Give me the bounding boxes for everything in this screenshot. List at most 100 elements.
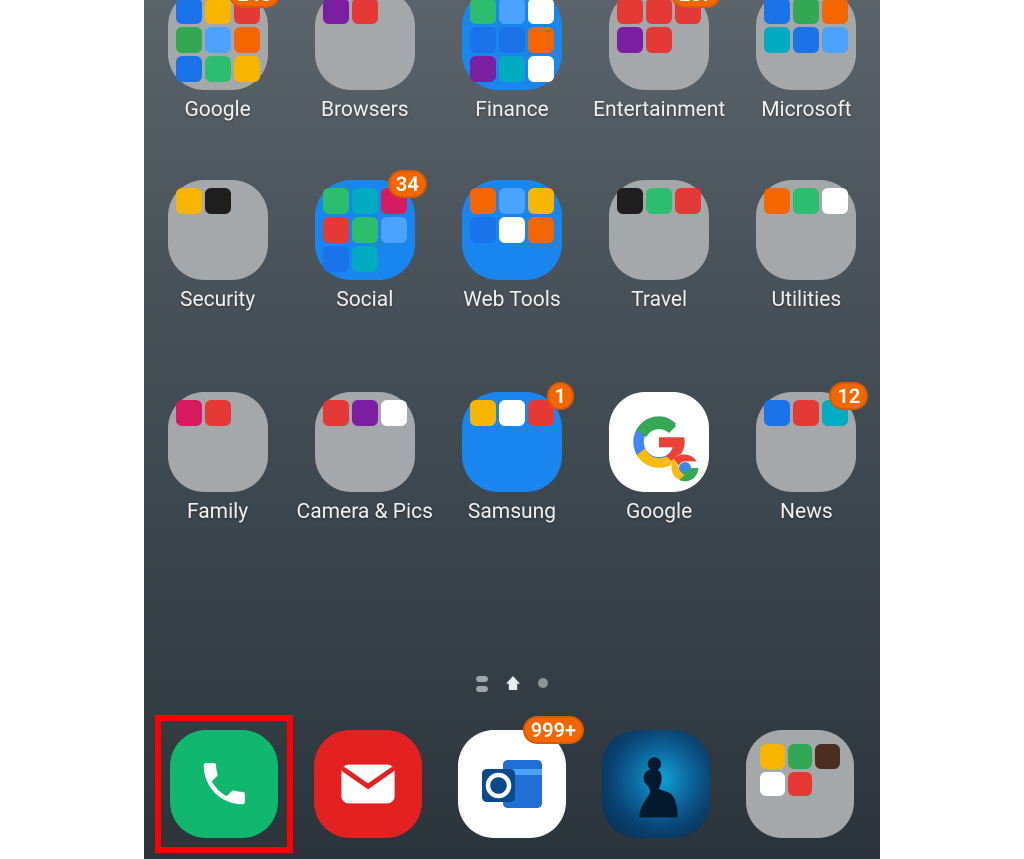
folder-camera[interactable]: Camera & Pics xyxy=(295,392,435,524)
dock-outlook[interactable]: 999+ xyxy=(458,730,566,838)
app-google[interactable]: Google xyxy=(589,392,729,524)
mini-app-icon xyxy=(323,458,349,484)
mini-app-icon xyxy=(822,27,848,53)
mini-app-icon xyxy=(788,799,813,824)
mini-app-icon xyxy=(176,56,202,82)
folder-label: Social xyxy=(336,288,393,312)
folder-icon xyxy=(168,392,268,492)
folder-social[interactable]: 34 Social xyxy=(295,180,435,312)
dock: 999+ xyxy=(144,709,880,859)
mini-app-icon xyxy=(352,400,378,426)
folder-label: Utilities xyxy=(771,288,841,312)
mini-app-icon xyxy=(788,772,813,797)
folder-icon: 1 xyxy=(462,392,562,492)
folder-webtools[interactable]: Web Tools xyxy=(442,180,582,312)
mini-app-icon xyxy=(617,27,643,53)
mini-app-icon xyxy=(822,188,848,214)
folder-finance[interactable]: Finance xyxy=(442,0,582,122)
mini-app-icon xyxy=(205,217,231,243)
dock-phone[interactable] xyxy=(170,730,278,838)
folder-label: Samsung xyxy=(468,500,556,524)
page-dot-icon xyxy=(538,678,548,688)
mini-app-icon xyxy=(815,772,840,797)
mini-app-icon xyxy=(764,217,790,243)
folder-google[interactable]: 245 Google xyxy=(148,0,288,122)
mini-app-icon xyxy=(764,458,790,484)
folder-samsung[interactable]: 1 Samsung xyxy=(442,392,582,524)
folder-label: Family xyxy=(187,500,248,524)
mini-app-icon xyxy=(617,0,643,24)
mini-app-icon xyxy=(205,27,231,53)
folder-icon xyxy=(462,180,562,280)
mini-app-icon xyxy=(764,429,790,455)
folder-icon xyxy=(756,0,856,90)
mini-app-icon xyxy=(352,27,378,53)
folder-utilities[interactable]: Utilities xyxy=(736,180,876,312)
mini-app-icon xyxy=(646,56,672,82)
mini-app-icon xyxy=(234,188,260,214)
mini-app-icon xyxy=(381,429,407,455)
mini-app-icon xyxy=(793,458,819,484)
folder-label: Google xyxy=(184,98,250,122)
mini-app-icon xyxy=(470,429,496,455)
chrome-icon xyxy=(669,452,701,484)
folder-icon xyxy=(462,0,562,90)
mini-app-icon xyxy=(764,400,790,426)
app-row-1: Security 34 Social Web Tools Travel Util… xyxy=(144,180,880,312)
mini-app-icon xyxy=(470,246,496,272)
reader-silhouette-icon xyxy=(616,744,696,824)
folder-family[interactable]: Family xyxy=(148,392,288,524)
outlook-icon xyxy=(476,748,548,820)
mini-app-icon xyxy=(352,56,378,82)
mini-app-icon xyxy=(470,56,496,82)
folder-icon xyxy=(315,392,415,492)
mini-app-icon xyxy=(470,217,496,243)
folder-news[interactable]: 12 News xyxy=(736,392,876,524)
google-app-icon xyxy=(609,392,709,492)
mini-app-icon xyxy=(815,799,840,824)
mini-app-icon xyxy=(793,400,819,426)
mini-app-icon xyxy=(499,429,525,455)
mini-app-icon xyxy=(234,400,260,426)
folder-icon xyxy=(168,180,268,280)
mini-app-icon xyxy=(822,0,848,24)
folder-label: Camera & Pics xyxy=(297,500,433,524)
mini-app-icon xyxy=(793,0,819,24)
mini-app-icon xyxy=(760,772,785,797)
mini-app-icon xyxy=(470,0,496,24)
dock-mail[interactable] xyxy=(314,730,422,838)
dock-reader[interactable] xyxy=(602,730,710,838)
dock-slot-outlook: 999+ xyxy=(443,715,581,853)
mini-app-icon xyxy=(352,429,378,455)
mini-app-icon xyxy=(352,188,378,214)
mini-app-icon xyxy=(646,0,672,24)
folder-icon xyxy=(609,180,709,280)
page-indicator[interactable] xyxy=(144,674,880,692)
mini-app-icon xyxy=(646,246,672,272)
mini-app-icon xyxy=(822,217,848,243)
folder-travel[interactable]: Travel xyxy=(589,180,729,312)
mini-app-icon xyxy=(176,400,202,426)
mini-app-icon xyxy=(381,56,407,82)
mini-app-icon xyxy=(499,217,525,243)
mini-app-icon xyxy=(234,429,260,455)
mini-app-icon xyxy=(528,246,554,272)
mini-app-icon xyxy=(528,217,554,243)
mini-app-icon xyxy=(176,0,202,24)
mini-app-icon xyxy=(528,458,554,484)
mini-app-icon xyxy=(793,27,819,53)
mini-app-icon xyxy=(499,27,525,53)
mini-app-icon xyxy=(617,56,643,82)
folder-entertainment[interactable]: 257 Entertainment xyxy=(589,0,729,122)
folder-browsers[interactable]: Browsers xyxy=(295,0,435,122)
folder-label: Finance xyxy=(475,98,548,122)
mini-app-icon xyxy=(205,56,231,82)
folder-label: Security xyxy=(180,288,255,312)
mini-app-icon xyxy=(205,0,231,24)
mini-app-icon xyxy=(760,744,785,769)
dock-folder[interactable] xyxy=(746,730,854,838)
mini-app-icon xyxy=(764,246,790,272)
app-label: Google xyxy=(626,500,692,524)
folder-microsoft[interactable]: Microsoft xyxy=(736,0,876,122)
folder-security[interactable]: Security xyxy=(148,180,288,312)
